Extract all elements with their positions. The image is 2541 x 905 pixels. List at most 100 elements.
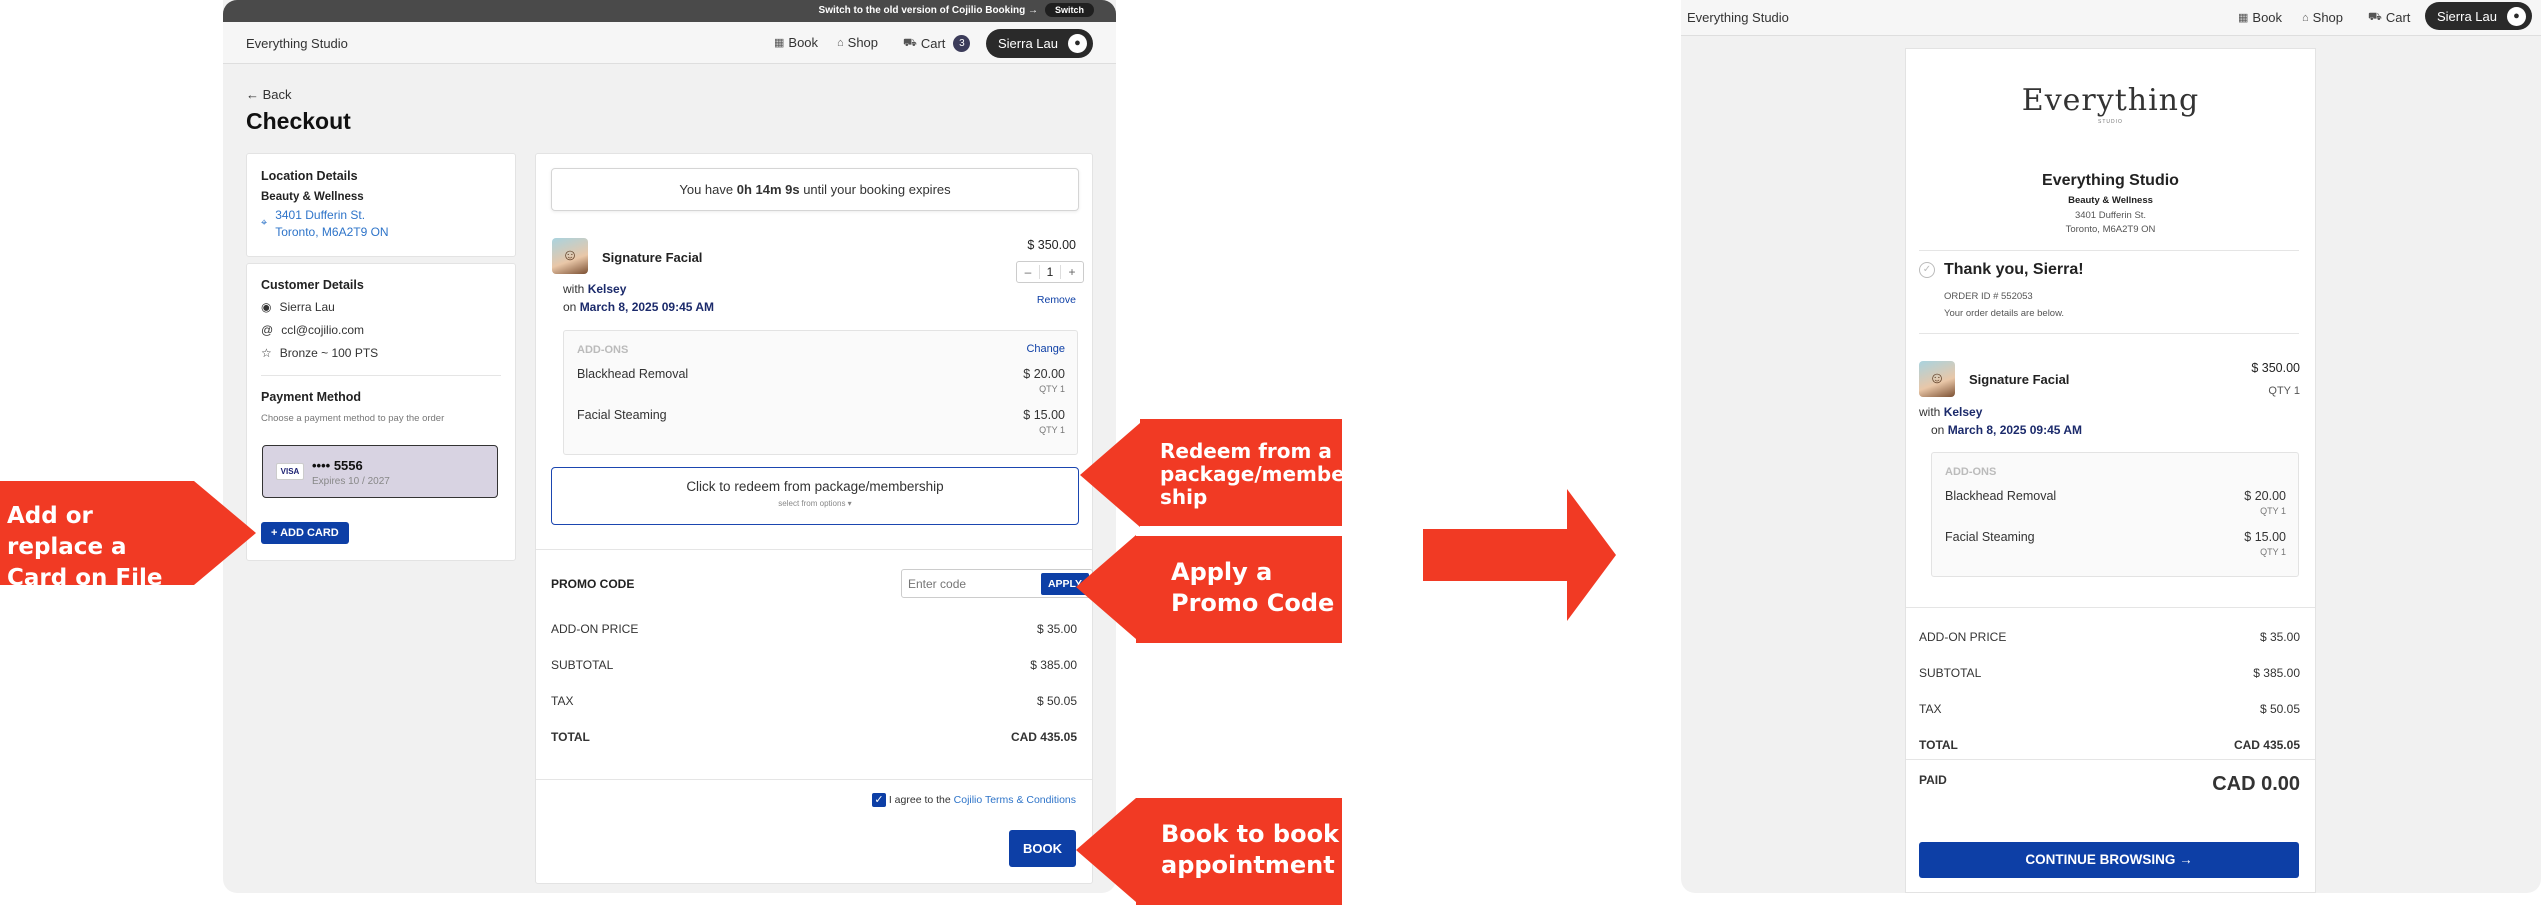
nav-shop[interactable]: ⌂ Shop: [837, 35, 878, 50]
order-id: ORDER ID # 552053: [1944, 291, 2033, 302]
divider: [1919, 333, 2299, 334]
user-menu[interactable]: Sierra Lau ●: [2425, 2, 2532, 30]
pin-icon: ⌖: [261, 217, 268, 229]
addon-price: $ 15.00: [2244, 530, 2286, 544]
total-value: CAD 435.05: [1010, 730, 1077, 744]
divider: [1906, 607, 2315, 608]
customer-points-row: ☆ Bronze ~ 100 PTS: [261, 346, 378, 360]
booking-date: March 8, 2025 09:45 AM: [579, 300, 714, 314]
divider: [1906, 759, 2315, 760]
nav-book[interactable]: ▦ Book: [2238, 10, 2282, 25]
terms-text: I agree to the: [888, 793, 954, 806]
nav-shop[interactable]: ⌂ Shop: [2302, 10, 2343, 25]
continue-browsing-button[interactable]: CONTINUE BROWSING →: [1919, 842, 2299, 878]
terms-row: ✓ I agree to the Cojilio Terms & Conditi…: [871, 793, 1076, 807]
customer-email: ccl@cojilio.com: [281, 323, 365, 337]
change-addons-link[interactable]: Change: [1026, 343, 1065, 355]
location-address[interactable]: ⌖ 3401 Dufferin St. Toronto, M6A2T9 ON: [261, 208, 389, 239]
top-nav: Everything Studio ▦ Book ⌂ Shop ⛟ Cart 3 Sie…: [223, 22, 1116, 64]
quantity-stepper[interactable]: –1 +: [1016, 261, 1084, 283]
tax-value: $ 50.05: [1036, 694, 1077, 708]
staff-name: Kelsey: [587, 282, 627, 296]
tax-label: TAX: [551, 694, 574, 708]
brand-name[interactable]: Everything Studio: [246, 36, 348, 51]
promo-input[interactable]: [908, 577, 1028, 591]
decrement-button[interactable]: –: [1017, 265, 1039, 279]
at-icon: @: [261, 323, 274, 337]
redeem-package-button[interactable]: Click to redeem from package/membership …: [551, 467, 1079, 525]
with-label: with: [1919, 405, 1944, 419]
addon-qty: QTY 1: [1039, 384, 1065, 394]
cart-count-badge: 3: [953, 35, 971, 52]
user-menu[interactable]: Sierra Lau ●: [986, 29, 1093, 58]
addons-heading: ADD-ONS: [577, 344, 629, 356]
back-link[interactable]: ← Back: [246, 87, 292, 102]
addon-total-label: ADD-ON PRICE: [551, 622, 639, 636]
addon-qty: QTY 1: [1039, 425, 1065, 435]
promo-field[interactable]: APPLY: [901, 569, 1093, 598]
nav-cart[interactable]: ⛟ Cart 3: [903, 35, 971, 52]
timer-prefix: You have: [679, 182, 737, 197]
redeem-sub: select from options ▾: [778, 499, 852, 508]
promo-row: PROMO CODE APPLY: [551, 569, 1093, 598]
customer-heading: Customer Details: [261, 278, 364, 292]
callout-arrow: [1080, 423, 1140, 527]
divider: [536, 779, 1092, 780]
addon-item: Facial Steaming $ 15.00 QTY 1: [577, 408, 1065, 435]
increment-button[interactable]: +: [1061, 265, 1083, 279]
terms-link[interactable]: Cojilio Terms & Conditions: [954, 794, 1076, 806]
customer-points: Bronze ~ 100 PTS: [279, 346, 379, 360]
subtotal-value: $ 385.00: [2253, 666, 2300, 680]
addons-panel: ADD-ONS Change Blackhead Removal $ 20.00 Q…: [563, 330, 1078, 455]
studio-logo: Everything: [2021, 83, 2200, 118]
callout-redeem: Redeem from a package/member ship: [1140, 419, 1355, 526]
quantity-value: 1: [1039, 265, 1061, 279]
addon-item: Blackhead Removal $ 20.00 QTY 1: [577, 367, 1065, 394]
location-card: Location Details Beauty & Wellness ⌖ 340…: [246, 153, 516, 257]
saved-card[interactable]: VISA •••• 5556 Expires 10 / 2027: [262, 445, 498, 498]
nav-cart[interactable]: ⛟ Cart: [2368, 10, 2410, 25]
brand-name[interactable]: Everything Studio: [1687, 10, 1789, 25]
star-icon: ☆: [261, 346, 272, 360]
nav-book-label: Book: [2252, 10, 2283, 25]
customer-payment-card: Customer Details ◉ Sierra Lau @ ccl@cojili…: [246, 263, 516, 561]
total-row: TOTAL CAD 435.05: [1919, 738, 2300, 752]
remove-link[interactable]: Remove: [1037, 294, 1076, 306]
payment-heading: Payment Method: [261, 390, 362, 404]
nav-book-label: Book: [788, 35, 819, 50]
switch-button[interactable]: Switch: [1044, 3, 1094, 17]
studio-logo-sub: STUDIO: [2098, 119, 2123, 125]
visa-icon: VISA: [276, 463, 304, 480]
service-name: Signature Facial: [1969, 372, 2070, 387]
subtotal-value: $ 385.00: [1030, 658, 1077, 672]
location-category: Beauty & Wellness: [261, 191, 364, 203]
callout-arrow: [194, 481, 256, 585]
add-card-button[interactable]: + ADD CARD: [261, 522, 349, 544]
nav-book[interactable]: ▦ Book: [774, 35, 818, 50]
terms-checkbox[interactable]: ✓: [871, 793, 886, 807]
subtotal-label: SUBTOTAL: [551, 658, 614, 672]
subtotal-row: SUBTOTAL $ 385.00: [1919, 666, 2300, 680]
promo-label: PROMO CODE: [551, 577, 635, 591]
service-avatar: ☺: [552, 238, 588, 274]
card-expiry: Expires 10 / 2027: [312, 476, 390, 487]
order-card: You have 0h 14m 9s until your booking ex…: [535, 153, 1093, 884]
paid-value: CAD 0.00: [2212, 773, 2300, 795]
service-qty: QTY 1: [2268, 385, 2300, 397]
nav-cart-label: Cart: [2385, 10, 2411, 25]
addon-qty: QTY 1: [2260, 506, 2286, 516]
studio-address-2: Toronto, M6A2T9 ON: [2065, 224, 2156, 235]
on-label: on: [563, 300, 580, 314]
nav-cart-label: Cart: [920, 36, 946, 51]
nav-shop-label: Shop: [2312, 10, 2344, 25]
addon-qty: QTY 1: [2260, 547, 2286, 557]
tax-label: TAX: [1919, 702, 1942, 716]
customer-name-row: ◉ Sierra Lau: [261, 300, 335, 314]
service-price: $ 350.00: [2251, 361, 2300, 375]
location-heading: Location Details: [261, 169, 358, 183]
on-label: on: [1931, 423, 1948, 437]
order-note: Your order details are below.: [1944, 308, 2065, 319]
service-price: $ 350.00: [1027, 238, 1076, 252]
book-button[interactable]: BOOK: [1009, 830, 1076, 867]
total-value: CAD 435.05: [2233, 738, 2300, 752]
